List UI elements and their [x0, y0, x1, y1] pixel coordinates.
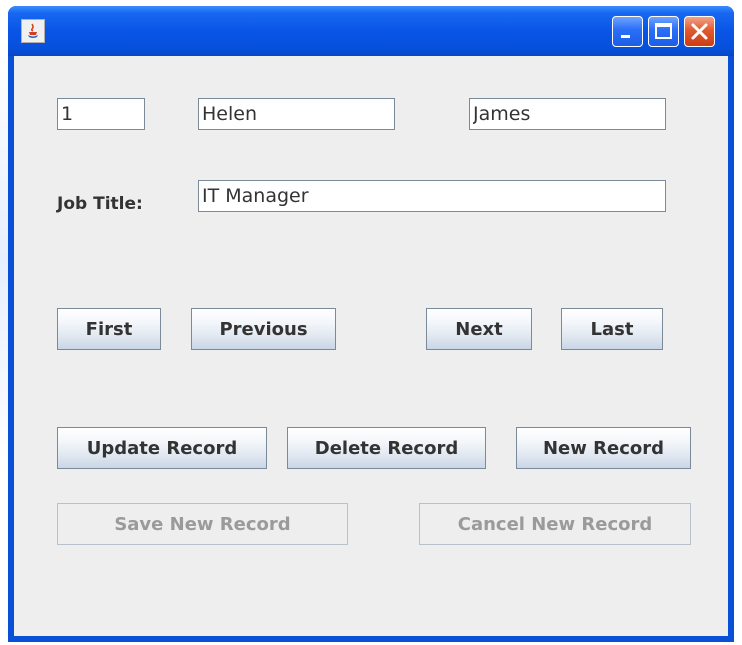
- job-title-label: Job Title:: [57, 194, 143, 214]
- form-panel: Job Title: First Previous Next Last Upda…: [14, 56, 728, 636]
- new-record-button[interactable]: New Record: [516, 427, 691, 469]
- last-name-field[interactable]: [469, 98, 666, 130]
- first-button[interactable]: First: [57, 308, 161, 350]
- app-window: Job Title: First Previous Next Last Upda…: [8, 6, 734, 642]
- update-record-button[interactable]: Update Record: [57, 427, 267, 469]
- job-title-field[interactable]: [198, 180, 666, 212]
- previous-button[interactable]: Previous: [191, 308, 336, 350]
- close-icon: [691, 23, 708, 40]
- maximize-icon: [655, 23, 672, 39]
- last-button[interactable]: Last: [561, 308, 663, 350]
- first-name-field[interactable]: [198, 98, 395, 130]
- save-new-record-button[interactable]: Save New Record: [57, 503, 348, 545]
- delete-record-button[interactable]: Delete Record: [287, 427, 486, 469]
- next-button[interactable]: Next: [426, 308, 532, 350]
- cancel-new-record-button[interactable]: Cancel New Record: [419, 503, 691, 545]
- employee-id-field[interactable]: [57, 98, 145, 130]
- minimize-button[interactable]: [612, 16, 643, 47]
- maximize-button[interactable]: [648, 16, 679, 47]
- minimize-icon: [621, 35, 630, 38]
- java-app-icon[interactable]: [21, 19, 45, 43]
- title-bar[interactable]: [8, 6, 734, 56]
- close-button[interactable]: [684, 16, 715, 47]
